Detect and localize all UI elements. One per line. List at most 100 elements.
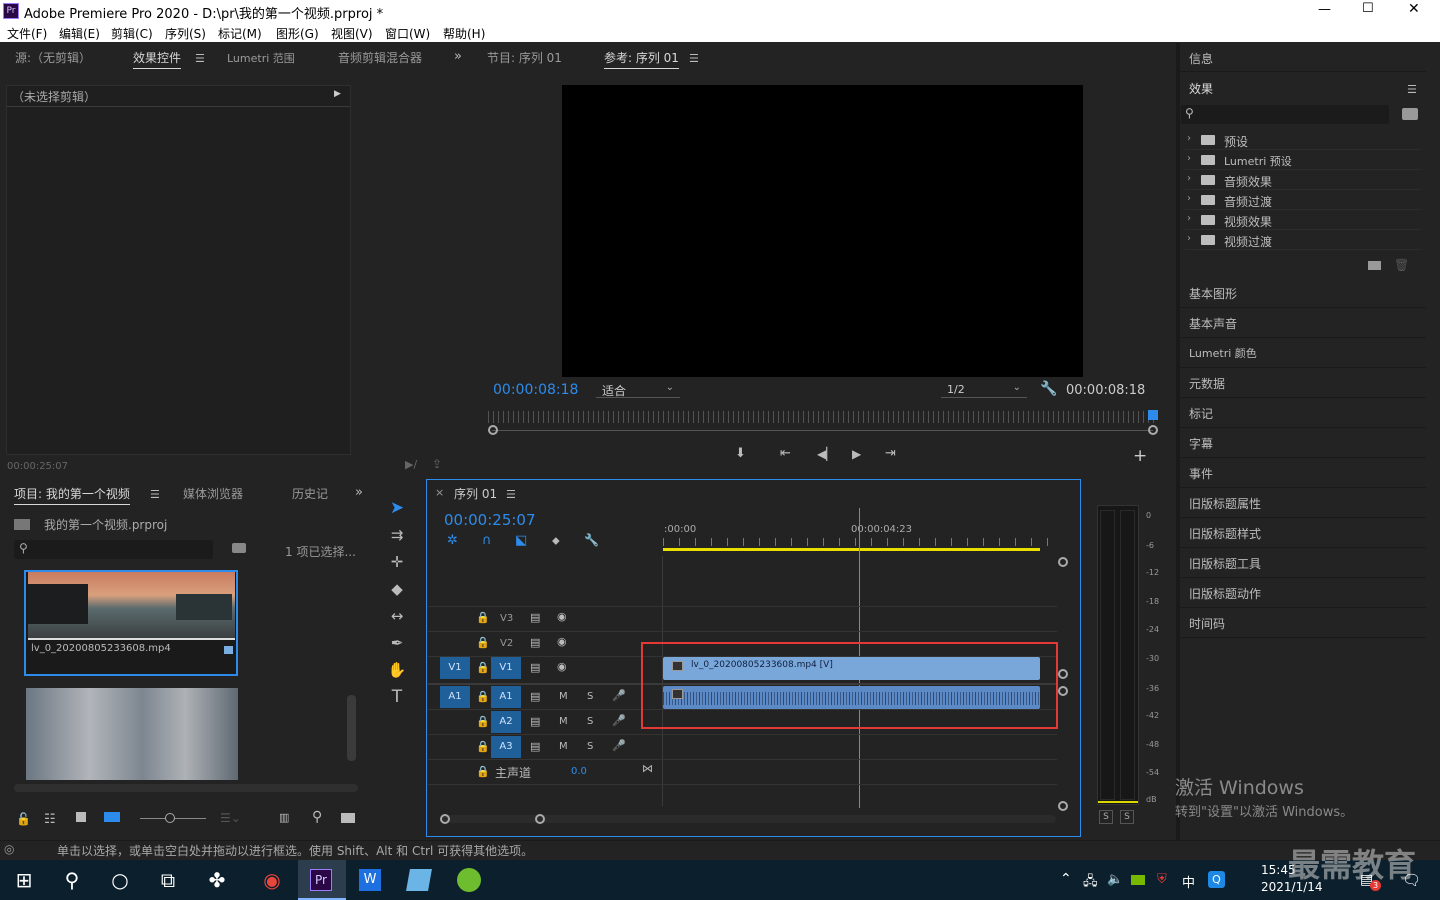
tab-lumetri-scopes[interactable]: Lumetri 范围 xyxy=(227,50,295,66)
cortana-icon[interactable]: ○ xyxy=(102,862,138,898)
project-hscrollbar[interactable] xyxy=(14,784,358,792)
mute-button[interactable]: M xyxy=(559,741,568,752)
panel-timecode[interactable]: 时间码 xyxy=(1180,608,1426,638)
hscroll-bar[interactable] xyxy=(440,815,1056,823)
menu-sequence[interactable]: 序列(S) xyxy=(165,25,206,42)
menu-icon[interactable]: ☰ xyxy=(506,488,516,501)
menu-file[interactable]: 文件(F) xyxy=(7,25,47,42)
fx-tree-audio-effects[interactable]: › 音频效果 xyxy=(1185,170,1421,190)
lock-icon[interactable]: 🔒 xyxy=(476,715,490,728)
track-label-a1[interactable]: A1 xyxy=(491,686,521,708)
mute-button[interactable]: M xyxy=(559,691,568,702)
panel-metadata[interactable]: 元数据 xyxy=(1180,368,1426,398)
wps-icon[interactable]: W xyxy=(359,869,381,891)
menu-help[interactable]: 帮助(H) xyxy=(443,25,485,42)
selection-tool-icon[interactable]: ➤ xyxy=(385,497,409,519)
sort-icon[interactable]: ☰⌄ xyxy=(220,811,241,825)
freeform-view-icon[interactable] xyxy=(104,812,120,822)
filter-icon[interactable]: ▶/ xyxy=(405,458,417,471)
panel-legacy-title-tools[interactable]: 旧版标题工具 xyxy=(1180,548,1426,578)
menu-icon[interactable]: ☰ xyxy=(195,52,205,65)
sync-lock-icon[interactable]: ▤ xyxy=(530,661,540,674)
pen-tool-icon[interactable]: ✒ xyxy=(385,632,409,654)
project-search-input[interactable] xyxy=(14,540,213,559)
eye-icon[interactable]: ◉ xyxy=(557,610,567,623)
program-ruler[interactable] xyxy=(488,411,1156,423)
tab-project[interactable]: 项目: 我的第一个视频 xyxy=(14,485,130,505)
qq-icon[interactable]: Q xyxy=(1208,871,1225,888)
menu-window[interactable]: 窗口(W) xyxy=(385,25,430,42)
tab-effect-controls[interactable]: 效果控件 xyxy=(133,49,182,69)
zoom-handle-left[interactable] xyxy=(488,425,498,435)
lock-icon[interactable]: 🔒 xyxy=(476,611,490,624)
clip-thumbnail-2[interactable] xyxy=(26,688,238,780)
program-timecode[interactable]: 00:00:08:18 xyxy=(493,382,578,398)
solo-button[interactable]: S xyxy=(587,741,593,752)
add-marker-icon[interactable]: ⬥ xyxy=(552,534,560,548)
menu-icon[interactable]: ☰ xyxy=(150,488,160,501)
hand-tool-icon[interactable]: ✋ xyxy=(385,659,409,681)
solo-left-button[interactable]: S xyxy=(1099,810,1113,824)
tab-reference[interactable]: 参考: 序列 01 xyxy=(604,49,679,69)
work-area-bar[interactable] xyxy=(663,548,1040,551)
track-label-a3[interactable]: A3 xyxy=(491,736,521,758)
tab-program[interactable]: 节目: 序列 01 xyxy=(487,49,562,66)
source-patch-v1[interactable]: V1 xyxy=(440,657,470,679)
go-to-in-icon[interactable]: ⇤ xyxy=(780,446,791,461)
nest-icon[interactable]: ✲ xyxy=(447,533,458,548)
more-panels-icon[interactable]: » xyxy=(355,485,363,500)
eye-icon[interactable]: ◉ xyxy=(557,660,567,673)
tab-sequence[interactable]: 序列 01 xyxy=(454,485,497,502)
razor-tool-icon[interactable]: ◆ xyxy=(385,578,409,600)
track-label-v2[interactable]: V2 xyxy=(500,638,513,649)
menu-clip[interactable]: 剪辑(C) xyxy=(111,25,153,42)
zoom-slider-handle[interactable] xyxy=(165,813,175,823)
linked-selection-icon[interactable]: ⬕ xyxy=(515,533,527,548)
hscroll-handle-right[interactable] xyxy=(535,814,545,824)
lock-icon[interactable]: 🔒 xyxy=(476,661,490,674)
mute-button[interactable]: M xyxy=(559,716,568,727)
task-view-icon[interactable]: ⧉ xyxy=(150,862,186,898)
track-label-v3[interactable]: V3 xyxy=(500,613,513,624)
snap-icon[interactable]: ∩ xyxy=(482,533,492,548)
tab-media-browser[interactable]: 媒体浏览器 xyxy=(183,485,243,502)
maximize-button[interactable]: ☐ xyxy=(1362,1,1374,16)
tab-source[interactable]: 源:（无剪辑） xyxy=(15,49,91,66)
premiere-taskbar-icon[interactable]: Pr xyxy=(298,860,346,900)
resolution-dropdown[interactable]: 1/2 ⌄ xyxy=(941,382,1027,398)
timeline-settings-icon[interactable]: 🔧 xyxy=(584,533,599,547)
new-bin-icon[interactable] xyxy=(1368,261,1381,270)
track-select-tool-icon[interactable]: ⇉ xyxy=(385,524,409,546)
fx-tree-lumetri-presets[interactable]: › Lumetri 预设 xyxy=(1185,150,1421,170)
find-icon-bottom[interactable]: ⚲ xyxy=(312,809,322,825)
network-icon[interactable]: 🖧 xyxy=(1083,872,1098,894)
playhead-marker[interactable] xyxy=(1148,410,1158,420)
menu-edit[interactable]: 编辑(E) xyxy=(59,25,100,42)
panel-legacy-title-properties[interactable]: 旧版标题属性 xyxy=(1180,488,1426,518)
solo-right-button[interactable]: S xyxy=(1120,810,1134,824)
accelerated-effects-icon[interactable] xyxy=(1402,108,1418,120)
panel-legacy-title-styles[interactable]: 旧版标题样式 xyxy=(1180,518,1426,548)
trash-icon[interactable]: 🗑 xyxy=(1394,258,1409,272)
eye-icon[interactable]: ◉ xyxy=(557,635,567,648)
project-scrollbar[interactable] xyxy=(347,695,356,761)
button-editor-plus-icon[interactable]: + xyxy=(1133,446,1147,466)
icon-view-icon[interactable] xyxy=(76,812,86,822)
lock-icon[interactable]: 🔒 xyxy=(476,765,490,778)
microphone-icon[interactable]: 🎤 xyxy=(612,739,626,752)
minimize-button[interactable]: — xyxy=(1318,2,1331,17)
type-tool-icon[interactable]: T xyxy=(385,686,409,708)
fx-tree-audio-transitions[interactable]: › 音频过渡 xyxy=(1185,190,1421,210)
effects-search-input[interactable] xyxy=(1181,105,1389,124)
ime-indicator[interactable]: 中 xyxy=(1182,872,1195,891)
notes-app-icon[interactable] xyxy=(406,869,432,891)
sync-lock-icon[interactable]: ▤ xyxy=(530,636,540,649)
sync-lock-icon[interactable]: ▤ xyxy=(530,715,540,728)
source-patch-a1[interactable]: A1 xyxy=(440,686,470,708)
slip-tool-icon[interactable]: ↔ xyxy=(385,605,409,627)
go-to-out-icon[interactable]: ⇥ xyxy=(885,446,896,461)
nvidia-icon[interactable] xyxy=(1131,875,1145,885)
clip-thumbnail-selected[interactable]: lv_0_20200805233608.mp4 xyxy=(24,570,238,676)
menu-marker[interactable]: 标记(M) xyxy=(218,25,262,42)
panel-lumetri-color[interactable]: Lumetri 颜色 xyxy=(1180,338,1426,368)
